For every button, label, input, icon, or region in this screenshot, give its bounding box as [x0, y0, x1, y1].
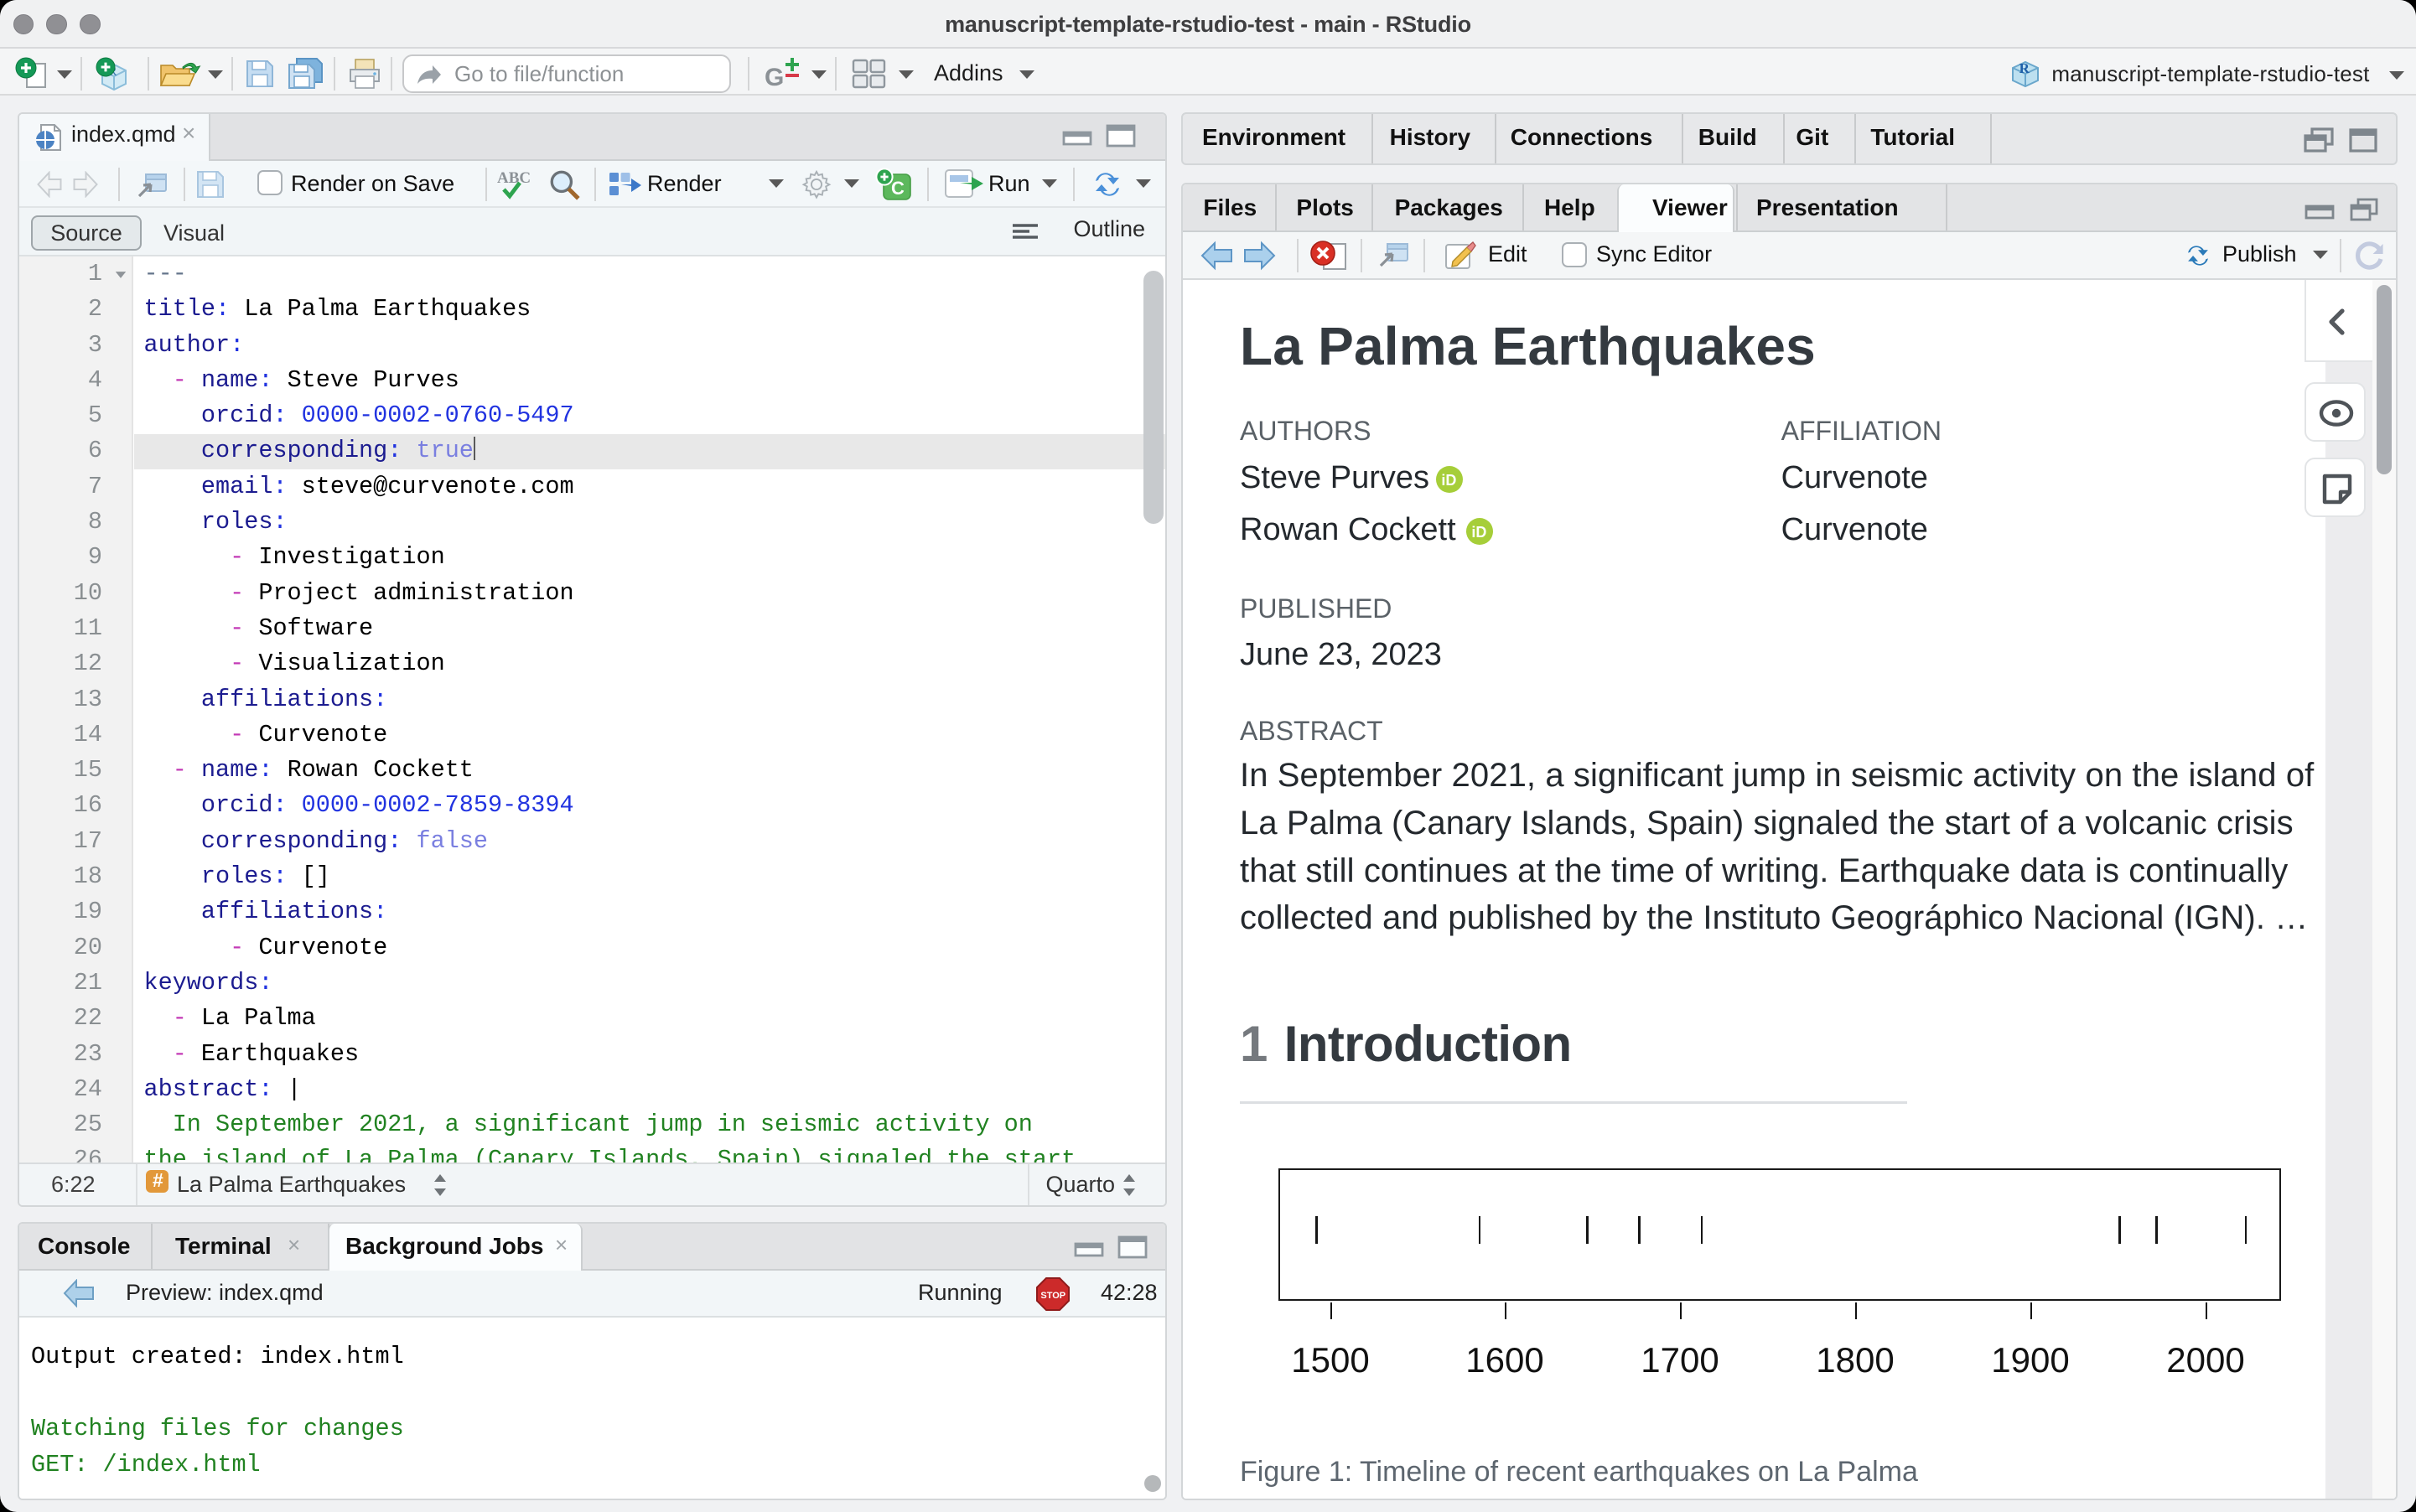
svg-text:R: R	[2019, 60, 2030, 76]
svg-text:iD: iD	[1471, 524, 1486, 541]
svg-text:ABC: ABC	[497, 169, 531, 187]
svg-text:C: C	[891, 178, 905, 199]
svg-text:STOP: STOP	[1040, 1291, 1065, 1301]
svg-text:G: G	[765, 64, 784, 91]
svg-text:iD: iD	[1441, 472, 1456, 489]
